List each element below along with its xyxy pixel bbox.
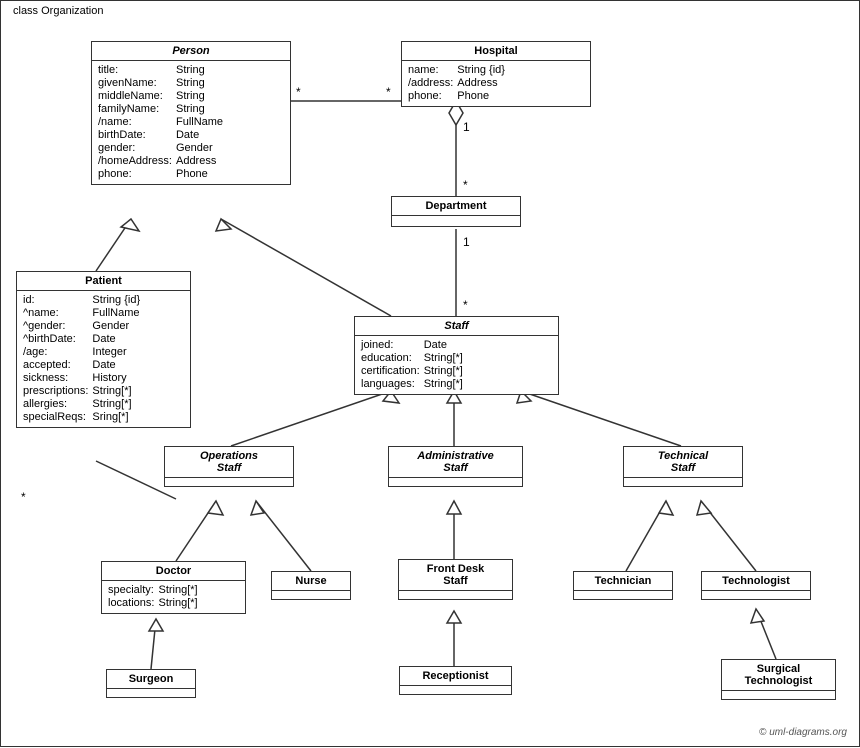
svg-text:*: * <box>386 85 391 99</box>
patient-body: id:String {id} ^name:FullName ^gender:Ge… <box>17 291 190 427</box>
nurse-class: Nurse <box>271 571 351 600</box>
svg-text:*: * <box>463 298 468 312</box>
technical-staff-header: TechnicalStaff <box>624 447 742 478</box>
front-desk-staff-body <box>399 591 512 599</box>
doctor-header: Doctor <box>102 562 245 581</box>
technologist-body <box>702 591 810 599</box>
svg-text:*: * <box>21 490 26 504</box>
person-header: Person <box>92 42 290 61</box>
operations-staff-body <box>165 478 293 486</box>
hospital-body: name:String {id} /address:Address phone:… <box>402 61 590 106</box>
nurse-body <box>272 591 350 599</box>
administrative-staff-class: AdministrativeStaff <box>388 446 523 487</box>
staff-class: Staff joined:Date education:String[*] ce… <box>354 316 559 395</box>
technical-staff-class: TechnicalStaff <box>623 446 743 487</box>
staff-header: Staff <box>355 317 558 336</box>
svg-text:1: 1 <box>463 120 470 134</box>
surgeon-header: Surgeon <box>107 670 195 689</box>
department-header: Department <box>392 197 520 216</box>
staff-body: joined:Date education:String[*] certific… <box>355 336 558 394</box>
technical-staff-body <box>624 478 742 486</box>
operations-staff-header: OperationsStaff <box>165 447 293 478</box>
technologist-header: Technologist <box>702 572 810 591</box>
department-class: Department <box>391 196 521 227</box>
surgeon-body <box>107 689 195 697</box>
svg-text:1: 1 <box>463 235 470 249</box>
technician-class: Technician <box>573 571 673 600</box>
doctor-class: Doctor specialty:String[*] locations:Str… <box>101 561 246 614</box>
copyright: © uml-diagrams.org <box>759 727 847 738</box>
diagram-container: class Organization * * 1 * 1 * <box>0 0 860 747</box>
front-desk-staff-header: Front DeskStaff <box>399 560 512 591</box>
patient-class: Patient id:String {id} ^name:FullName ^g… <box>16 271 191 428</box>
receptionist-header: Receptionist <box>400 667 511 686</box>
technician-body <box>574 591 672 599</box>
surgeon-class: Surgeon <box>106 669 196 698</box>
surgical-technologist-header: SurgicalTechnologist <box>722 660 835 691</box>
nurse-header: Nurse <box>272 572 350 591</box>
technologist-class: Technologist <box>701 571 811 600</box>
hospital-class: Hospital name:String {id} /address:Addre… <box>401 41 591 107</box>
patient-header: Patient <box>17 272 190 291</box>
receptionist-class: Receptionist <box>399 666 512 695</box>
doctor-body: specialty:String[*] locations:String[*] <box>102 581 245 613</box>
operations-staff-class: OperationsStaff <box>164 446 294 487</box>
administrative-staff-body <box>389 478 522 486</box>
receptionist-body <box>400 686 511 694</box>
person-class: Person title:String givenName:String mid… <box>91 41 291 185</box>
diagram-title: class Organization <box>9 5 108 17</box>
person-body: title:String givenName:String middleName… <box>92 61 290 184</box>
front-desk-staff-class: Front DeskStaff <box>398 559 513 600</box>
surgical-technologist-class: SurgicalTechnologist <box>721 659 836 700</box>
surgical-technologist-body <box>722 691 835 699</box>
department-body <box>392 216 520 226</box>
hospital-header: Hospital <box>402 42 590 61</box>
svg-text:*: * <box>463 178 468 192</box>
administrative-staff-header: AdministrativeStaff <box>389 447 522 478</box>
svg-text:*: * <box>296 85 301 99</box>
technician-header: Technician <box>574 572 672 591</box>
